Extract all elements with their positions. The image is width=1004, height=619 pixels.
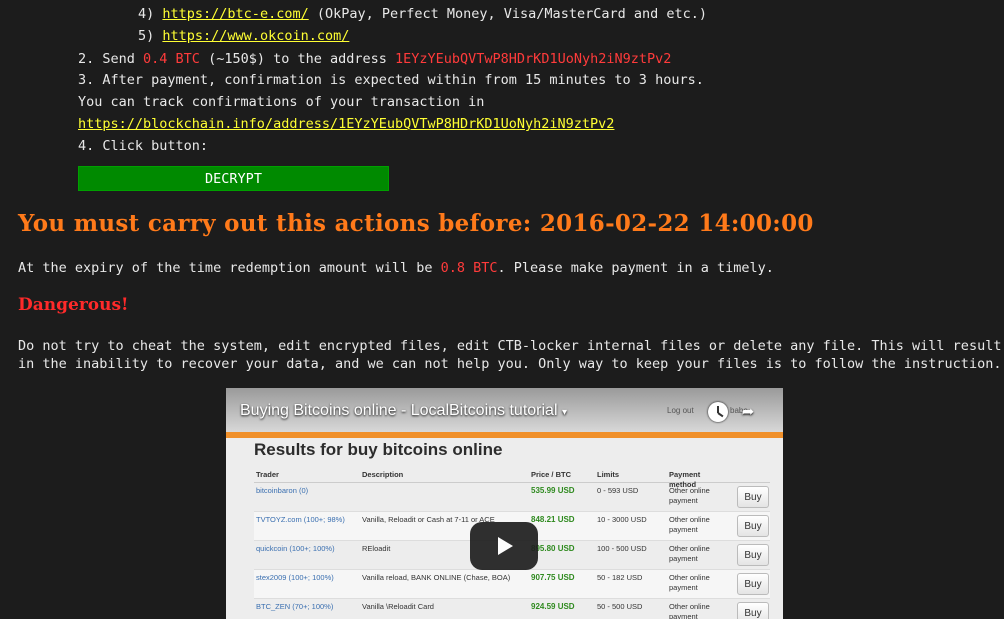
item-number: 4) [138,6,155,22]
expiry-suffix: . Please make payment in a timely. [497,260,774,276]
bitcoin-address: 1EYzYEubQVTwP8HDrKD1UoNyh2iN9ztPv2 [395,51,672,67]
track-line: https://blockchain.info/address/1EYzYEub… [78,115,614,133]
decrypt-button[interactable]: DECRYPT [78,166,389,191]
blockchain-link[interactable]: https://blockchain.info/address/1EYzYEub… [78,116,614,132]
row-method: Other online payment [669,573,710,592]
send-mid: (~150$) to the address [199,51,396,67]
share-icon[interactable]: ➦ [742,400,754,424]
site-nav-bar [226,432,783,438]
row-limits: 0 - 593 USD [597,486,639,495]
row-price: 907.75 USD [531,573,575,582]
send-prefix: 2. Send [78,51,144,67]
row-limits: 50 - 500 USD [597,602,643,611]
item-number: 5) [138,28,155,44]
trader-link: quickcoin (100+; 100%) [256,544,335,553]
buy-button: Buy [737,602,769,619]
row-method: Other online payment [669,515,710,534]
expiry-prefix: At the expiry of the time redemption amo… [18,260,441,276]
expiry-amount: 0.8 BTC [440,260,498,276]
table-row: BTC_ZEN (70+; 100%) Vanilla \Reloadit Ca… [254,599,770,619]
track-text: You can track confirmations of your tran… [78,94,485,110]
col-price: Price / BTC [531,470,572,479]
results-heading: Results for buy bitcoins online [254,440,503,459]
buy-button: Buy [737,515,769,537]
row-price: 924.59 USD [531,602,575,611]
dangerous-heading: Dangerous! [18,295,129,315]
watch-later-icon[interactable] [708,402,728,422]
row-limits: 100 - 500 USD [597,544,647,553]
row-method: Other online payment [669,486,710,505]
row-method: Other online payment [669,544,710,563]
deadline-heading: You must carry out this actions before: … [18,210,814,237]
step-2-send: 2. Send 0.4 BTC (~150$) to the address 1… [78,50,671,68]
step-3-confirmation: 3. After payment, confirmation is expect… [78,72,704,88]
warning-line-2: in the inability to recover your data, a… [18,356,1002,372]
table-row: bitcoinbaron (0) 535.99 USD 0 - 593 USD … [254,483,770,512]
warning-line-1: Do not try to cheat the system, edit enc… [18,338,1002,354]
row-description: Vanilla, Reloadit or Cash at 7-11 or ACE [362,515,495,524]
trader-link: bitcoinbaron (0) [256,486,309,495]
col-limits: Limits [597,470,620,479]
ransom-amount: 0.4 BTC [143,51,200,67]
trader-link: stex2009 (100+; 100%) [256,573,334,582]
trader-link: TVTOYZ.com (100+; 98%) [256,515,345,524]
row-method: Other online payment [669,602,710,619]
video-title[interactable]: Buying Bitcoins online - LocalBitcoins t… [240,402,567,420]
step-4-click: 4. Click button: [78,138,209,154]
row-description: Vanilla reload, BANK ONLINE (Chase, BOA) [362,573,511,582]
embedded-video[interactable]: Buying Bitcoins online - LocalBitcoins t… [226,388,783,619]
video-logout-text: Log out [667,406,694,415]
trader-link: BTC_ZEN (70+; 100%) [256,602,334,611]
play-icon[interactable] [470,522,538,570]
buy-button: Buy [737,486,769,508]
table-row: stex2009 (100+; 100%) Vanilla reload, BA… [254,570,770,599]
row-description: REloadit [362,544,391,553]
row-description: Vanilla \Reloadit Card [362,602,434,611]
col-description: Description [362,470,404,479]
btc-e-link[interactable]: https://btc-e.com/ [162,6,308,22]
row-limits: 10 - 3000 USD [597,515,647,524]
expiry-notice: At the expiry of the time redemption amo… [18,259,774,277]
table-header: Trader Description Price / BTC Limits Pa… [254,468,770,489]
buy-button: Buy [737,544,769,566]
video-title-text[interactable]: Buying Bitcoins online - LocalBitcoins t… [240,402,558,419]
step-item-5: 5) https://www.okcoin.com/ [138,27,349,45]
col-trader: Trader [256,470,279,479]
step-item-4: 4) https://btc-e.com/ (OkPay, Perfect Mo… [138,5,707,23]
row-limits: 50 - 182 USD [597,573,643,582]
chevron-down-icon: ▾ [561,407,567,418]
row-price: 535.99 USD [531,486,575,495]
payment-methods-note: (OkPay, Perfect Money, Visa/MasterCard a… [316,6,707,22]
okcoin-link[interactable]: https://www.okcoin.com/ [162,28,349,44]
buy-button: Buy [737,573,769,595]
row-price: 848.21 USD [531,515,575,524]
